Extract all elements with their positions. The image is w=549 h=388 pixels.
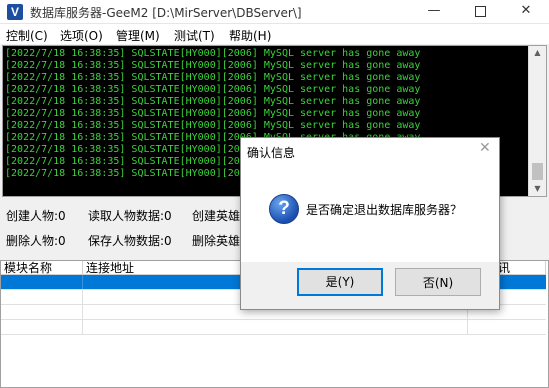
no-button[interactable]: 否(N)	[395, 268, 481, 296]
menu-manage[interactable]: 管理(M)	[116, 27, 160, 44]
log-line: [2022/7/18 16:38:35] SQLSTATE[HY000][200…	[5, 108, 421, 119]
menu-test[interactable]: 测试(T)	[174, 27, 215, 44]
log-line: [2022/7/18 16:38:35] SQLSTATE[HY000][200…	[5, 96, 421, 107]
log-line: [2022/7/18 16:38:35] SQLSTATE[HY000][200…	[5, 48, 421, 59]
scroll-up-icon[interactable]: ▲	[529, 48, 546, 57]
dialog-footer: 是(Y) 否(N)	[241, 262, 499, 309]
dialog-close-icon[interactable]: ✕	[479, 140, 491, 156]
confirm-dialog: 确认信息 ✕ ? 是否确定退出数据库服务器？ 是(Y) 否(N)	[240, 137, 500, 310]
column-module-name[interactable]: 模块名称	[1, 261, 83, 275]
stat-create-char: 创建人物:0	[6, 209, 66, 223]
table-cell	[83, 320, 468, 334]
question-icon: ?	[269, 194, 299, 224]
question-icon-glyph: ?	[278, 198, 290, 219]
log-line: [2022/7/18 16:38:35] SQLSTATE[HY000][200…	[5, 72, 421, 83]
menu-control[interactable]: 控制(C)	[6, 27, 48, 44]
menu-options[interactable]: 选项(O)	[60, 27, 103, 44]
minimize-button[interactable]: —	[411, 0, 457, 23]
stat-create-hero: 创建英雄	[192, 209, 241, 223]
table-row[interactable]	[1, 320, 546, 335]
stat-save-char: 保存人物数据:0	[88, 234, 172, 248]
table-cell	[1, 290, 83, 304]
scroll-thumb[interactable]	[532, 163, 543, 180]
app-icon-letter: V	[10, 5, 19, 19]
yes-button[interactable]: 是(Y)	[297, 268, 383, 296]
stat-delete-hero: 删除英雄	[192, 234, 241, 248]
close-window-button[interactable]: ✕	[503, 0, 549, 23]
window-title: 数据库服务器-GeeM2 [D:\MirServer\DBServer\]	[30, 6, 302, 20]
log-line: [2022/7/18 16:38:35] SQLSTATE[HY000][200…	[5, 120, 421, 131]
table-cell	[1, 275, 83, 289]
table-cell	[1, 320, 83, 334]
log-scrollbar[interactable]: ▲ ▼	[528, 46, 546, 196]
scroll-down-icon[interactable]: ▼	[529, 184, 546, 193]
dialog-message: 是否确定退出数据库服务器？	[306, 203, 463, 217]
stat-read-char: 读取人物数据:0	[88, 209, 172, 223]
maximize-button[interactable]	[457, 0, 503, 23]
title-bar: V 数据库服务器-GeeM2 [D:\MirServer\DBServer\] …	[0, 0, 549, 24]
log-line: [2022/7/18 16:38:35] SQLSTATE[HY000][200…	[5, 84, 421, 95]
dialog-title: 确认信息	[247, 146, 296, 160]
maximize-icon	[474, 6, 486, 17]
app-icon: V	[7, 4, 23, 20]
log-line: [2022/7/18 16:38:35] SQLSTATE[HY000][200…	[5, 60, 421, 71]
menu-help[interactable]: 帮助(H)	[229, 27, 271, 44]
stat-delete-char: 删除人物:0	[6, 234, 66, 248]
menu-bar: 控制(C) 选项(O) 管理(M) 测试(T) 帮助(H)	[0, 24, 549, 44]
table-cell	[1, 305, 83, 319]
